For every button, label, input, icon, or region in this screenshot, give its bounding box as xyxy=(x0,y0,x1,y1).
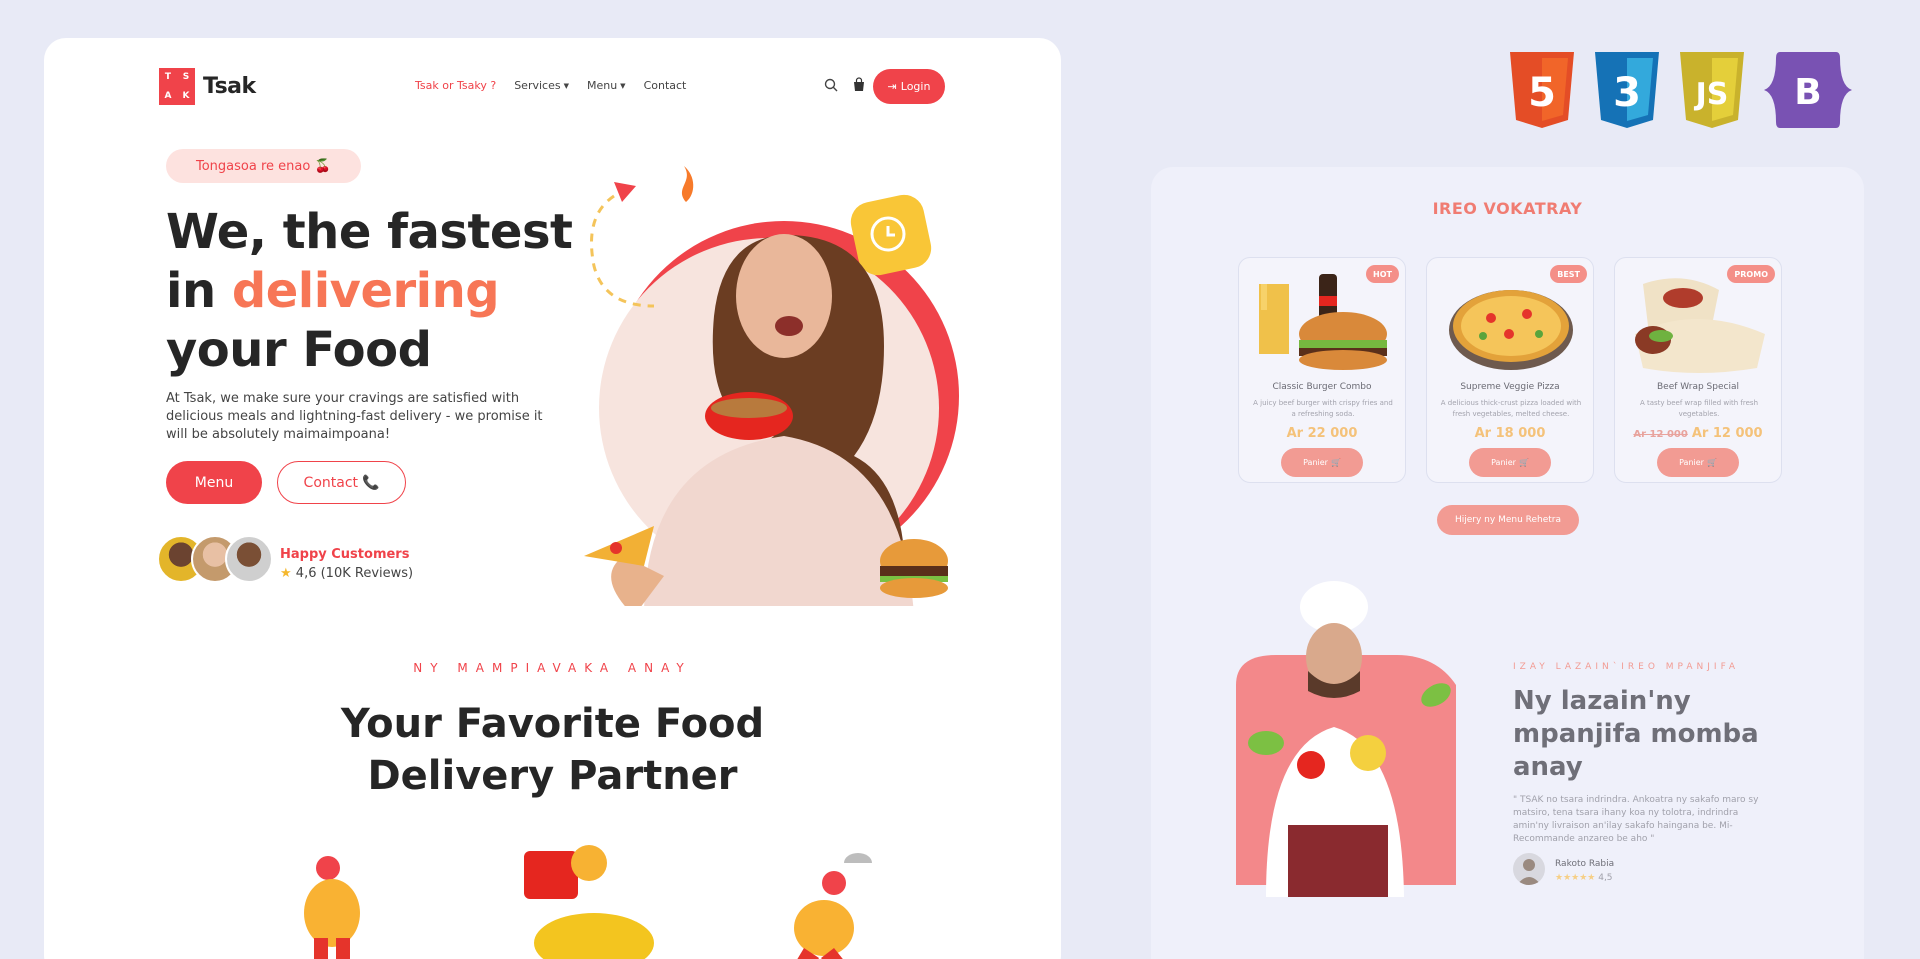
nav-link-about[interactable]: Tsak or Tsaky ? xyxy=(415,79,496,92)
burger-combo-image xyxy=(1259,274,1387,370)
product-name: Classic Burger Combo xyxy=(1272,382,1372,392)
customer-rating: Happy Customers ★ 4,6 (10K Reviews) xyxy=(280,547,413,581)
cart-icon: 🛒 xyxy=(1518,458,1529,467)
chef-illustration xyxy=(1236,581,1456,897)
javascript-icon: JS xyxy=(1680,52,1744,128)
testimonial-heading: Ny lazain'ny mpanjifa momba anay xyxy=(1513,686,1759,782)
section-title: Your Favorite Food Delivery Partner xyxy=(340,701,765,799)
product-price: Ar 22 000 xyxy=(1286,426,1358,441)
svg-text:3: 3 xyxy=(1613,70,1641,116)
customer-avatars xyxy=(157,535,273,583)
logo-letter: S xyxy=(182,72,190,82)
old-price: Ar 12 000 xyxy=(1633,429,1688,440)
svg-text:B: B xyxy=(1794,72,1821,113)
brand-name: Tsak xyxy=(203,74,256,99)
cart-icon[interactable] xyxy=(852,77,866,93)
bootstrap-icon: B xyxy=(1764,52,1852,128)
product-cards: HOT Classic Burger Combo A juicy beef bu… xyxy=(1238,257,1782,483)
chef-apron xyxy=(1288,825,1388,897)
welcome-pill: Tongasoa re enao 🍒 xyxy=(166,149,361,183)
customers-title: Happy Customers xyxy=(280,547,410,562)
burger-icon xyxy=(880,539,948,598)
chevron-down-icon: ▼ xyxy=(563,82,569,90)
nav-link-services[interactable]: Services ▼ xyxy=(514,79,569,92)
product-card[interactable]: PROMO Beef Wrap Special A tasty beef wra… xyxy=(1614,257,1782,483)
section-eyebrow: NY MAMPIAVAKA ANAY xyxy=(413,661,692,675)
star-icon: ★ xyxy=(280,566,292,581)
cart-icon: 🛒 xyxy=(1706,458,1717,467)
add-to-cart-button[interactable]: Panier 🛒 xyxy=(1281,448,1363,477)
hero-description: At Tsak, we make sure your cravings are … xyxy=(166,391,543,442)
author-name: Rakoto Rabia xyxy=(1555,859,1615,869)
product-price: Ar 12 000 Ar 12 000 xyxy=(1633,426,1763,441)
product-card[interactable]: BEST Supreme Veggie Pizza A delicious th… xyxy=(1426,257,1594,483)
product-card[interactable]: HOT Classic Burger Combo A juicy beef bu… xyxy=(1238,257,1406,483)
svg-text:JS: JS xyxy=(1694,77,1729,112)
add-to-cart-button[interactable]: Panier 🛒 xyxy=(1657,448,1739,477)
chevron-down-icon: ▼ xyxy=(620,82,626,90)
see-full-menu-button[interactable]: Hijery ny Menu Rehetra xyxy=(1437,505,1579,535)
landing-page-preview: T S A K Tsak Tsak or Tsaky ? Services ▼ M… xyxy=(44,38,1061,959)
products-title: IREO VOKATRAY xyxy=(1432,199,1583,218)
svg-text:5: 5 xyxy=(1528,70,1556,116)
face xyxy=(736,234,832,358)
nav-link-contact[interactable]: Contact xyxy=(644,79,687,92)
runner-illustration xyxy=(304,856,360,959)
logo[interactable]: T S A K Tsak xyxy=(159,68,256,105)
product-description: A juicy beef burger with crispy fries an… xyxy=(1253,399,1393,418)
rating-text: 4,6 (10K Reviews) xyxy=(295,566,414,581)
menu-button[interactable]: Menu xyxy=(166,461,262,504)
avatar xyxy=(225,535,273,583)
testimonial-eyebrow: IZAY LAZAIN`IREO MPANJIFA xyxy=(1513,662,1740,672)
login-button[interactable]: ⇥ Login xyxy=(873,69,945,104)
product-description: A delicious thick-crust pizza loaded wit… xyxy=(1440,399,1582,418)
headline-accent: delivering xyxy=(231,263,500,319)
product-name: Supreme Veggie Pizza xyxy=(1460,382,1560,392)
arrow-icon xyxy=(614,182,636,202)
product-price: Ar 18 000 xyxy=(1474,426,1546,441)
phone-icon: 📞 xyxy=(362,474,380,491)
search-icon[interactable] xyxy=(823,77,839,93)
product-name: Beef Wrap Special xyxy=(1657,382,1739,392)
testimonial-quote: " TSAK no tsara indrindra. Ankoatra ny s… xyxy=(1513,795,1759,844)
veggie-pizza-image xyxy=(1449,290,1573,370)
waiter-illustration xyxy=(794,853,872,959)
logo-letter: T xyxy=(164,72,172,82)
hero-illustration xyxy=(584,166,959,606)
add-to-cart-button[interactable]: Panier 🛒 xyxy=(1469,448,1551,477)
scooter-illustration xyxy=(524,845,654,959)
product-description: A tasty beef wrap filled with fresh vege… xyxy=(1639,399,1759,418)
contact-button[interactable]: Contact 📞 xyxy=(277,461,406,504)
css3-icon: 3 xyxy=(1595,52,1659,128)
cart-icon: 🛒 xyxy=(1330,458,1341,467)
delivery-illustrations xyxy=(304,845,872,959)
avatar xyxy=(1513,853,1545,885)
logo-letter: K xyxy=(182,90,190,101)
fire-icon xyxy=(682,166,694,202)
beef-wrap-image xyxy=(1635,278,1765,373)
nav-links: Tsak or Tsaky ? Services ▼ Menu ▼ Contact xyxy=(415,79,686,92)
logo-letter: A xyxy=(164,90,172,101)
hero-headline: We, the fastest in delivering your Food xyxy=(166,204,573,378)
star-icon: ★★★★★ xyxy=(1555,873,1596,883)
login-icon: ⇥ xyxy=(887,80,897,93)
nav-link-menu[interactable]: Menu ▼ xyxy=(587,79,626,92)
logo-mark: T S A K xyxy=(159,68,195,105)
html5-icon: 5 xyxy=(1510,52,1574,128)
navbar: T S A K Tsak Tsak or Tsaky ? Services ▼ M… xyxy=(159,68,991,108)
author-rating: ★★★★★ 4,5 xyxy=(1555,873,1613,883)
menu-page-preview: IREO VOKATRAY HOT Classic Burger Combo A… xyxy=(1151,167,1864,959)
